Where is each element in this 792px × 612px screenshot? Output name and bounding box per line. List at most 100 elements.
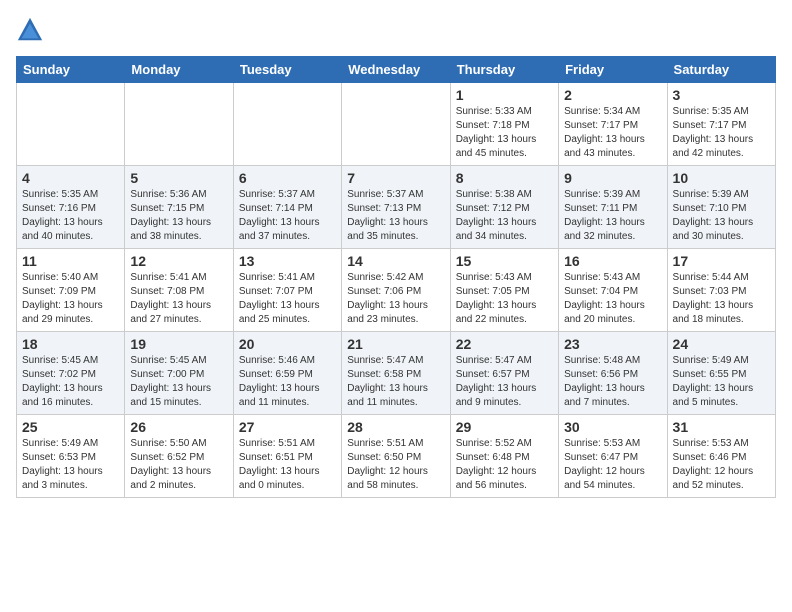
cell-info-text: Sunrise: 5:45 AM Sunset: 7:02 PM Dayligh… (22, 354, 119, 410)
calendar-cell: 9 Sunrise: 5:39 AM Sunset: 7:11 PM Daylig… (559, 166, 667, 249)
calendar-cell: 29 Sunrise: 5:52 AM Sunset: 6:48 PM Dayli… (450, 415, 558, 498)
calendar-week-row: 11 Sunrise: 5:40 AM Sunset: 7:09 PM Dayli… (17, 249, 776, 332)
calendar-cell (342, 83, 450, 166)
cell-info-text: Sunrise: 5:35 AM Sunset: 7:16 PM Dayligh… (22, 188, 119, 244)
day-header-sunday: Sunday (17, 57, 125, 83)
calendar-cell: 26 Sunrise: 5:50 AM Sunset: 6:52 PM Dayli… (125, 415, 233, 498)
cell-date-number: 26 (130, 419, 227, 435)
cell-date-number: 6 (239, 170, 336, 186)
calendar-cell: 28 Sunrise: 5:51 AM Sunset: 6:50 PM Dayli… (342, 415, 450, 498)
cell-info-text: Sunrise: 5:33 AM Sunset: 7:18 PM Dayligh… (456, 105, 553, 161)
calendar-header-row: SundayMondayTuesdayWednesdayThursdayFrid… (17, 57, 776, 83)
calendar-cell: 14 Sunrise: 5:42 AM Sunset: 7:06 PM Dayli… (342, 249, 450, 332)
cell-info-text: Sunrise: 5:39 AM Sunset: 7:11 PM Dayligh… (564, 188, 661, 244)
cell-date-number: 17 (673, 253, 770, 269)
calendar-cell: 25Sunrise: 5:49 AM Sunset: 6:53 PM Dayli… (17, 415, 125, 498)
calendar-cell: 21 Sunrise: 5:47 AM Sunset: 6:58 PM Dayli… (342, 332, 450, 415)
cell-info-text: Sunrise: 5:36 AM Sunset: 7:15 PM Dayligh… (130, 188, 227, 244)
calendar-week-row: 4 Sunrise: 5:35 AM Sunset: 7:16 PM Daylig… (17, 166, 776, 249)
cell-info-text: Sunrise: 5:50 AM Sunset: 6:52 PM Dayligh… (130, 437, 227, 493)
calendar-cell (125, 83, 233, 166)
calendar-cell (17, 83, 125, 166)
cell-date-number: 2 (564, 87, 661, 103)
cell-date-number: 9 (564, 170, 661, 186)
cell-info-text: Sunrise: 5:34 AM Sunset: 7:17 PM Dayligh… (564, 105, 661, 161)
cell-date-number: 13 (239, 253, 336, 269)
cell-date-number: 14 (347, 253, 444, 269)
cell-date-number: 18 (22, 336, 119, 352)
cell-info-text: Sunrise: 5:48 AM Sunset: 6:56 PM Dayligh… (564, 354, 661, 410)
cell-info-text: Sunrise: 5:41 AM Sunset: 7:07 PM Dayligh… (239, 271, 336, 327)
calendar-cell: 27Sunrise: 5:51 AM Sunset: 6:51 PM Dayli… (233, 415, 341, 498)
cell-info-text: Sunrise: 5:51 AM Sunset: 6:50 PM Dayligh… (347, 437, 444, 493)
calendar-cell: 6 Sunrise: 5:37 AM Sunset: 7:14 PM Daylig… (233, 166, 341, 249)
cell-info-text: Sunrise: 5:42 AM Sunset: 7:06 PM Dayligh… (347, 271, 444, 327)
cell-date-number: 12 (130, 253, 227, 269)
day-header-tuesday: Tuesday (233, 57, 341, 83)
day-header-wednesday: Wednesday (342, 57, 450, 83)
calendar-table: SundayMondayTuesdayWednesdayThursdayFrid… (16, 56, 776, 498)
logo-icon (16, 16, 44, 44)
cell-info-text: Sunrise: 5:43 AM Sunset: 7:04 PM Dayligh… (564, 271, 661, 327)
cell-date-number: 31 (673, 419, 770, 435)
calendar-cell: 7 Sunrise: 5:37 AM Sunset: 7:13 PM Daylig… (342, 166, 450, 249)
calendar-cell: 16Sunrise: 5:43 AM Sunset: 7:04 PM Dayli… (559, 249, 667, 332)
day-header-friday: Friday (559, 57, 667, 83)
calendar-cell: 19Sunrise: 5:45 AM Sunset: 7:00 PM Dayli… (125, 332, 233, 415)
cell-info-text: Sunrise: 5:46 AM Sunset: 6:59 PM Dayligh… (239, 354, 336, 410)
calendar-cell: 4 Sunrise: 5:35 AM Sunset: 7:16 PM Daylig… (17, 166, 125, 249)
calendar-cell: 10Sunrise: 5:39 AM Sunset: 7:10 PM Dayli… (667, 166, 775, 249)
cell-date-number: 4 (22, 170, 119, 186)
calendar-cell: 18 Sunrise: 5:45 AM Sunset: 7:02 PM Dayli… (17, 332, 125, 415)
cell-info-text: Sunrise: 5:35 AM Sunset: 7:17 PM Dayligh… (673, 105, 770, 161)
cell-date-number: 29 (456, 419, 553, 435)
logo (16, 16, 48, 44)
cell-date-number: 7 (347, 170, 444, 186)
calendar-week-row: 18 Sunrise: 5:45 AM Sunset: 7:02 PM Dayli… (17, 332, 776, 415)
cell-info-text: Sunrise: 5:53 AM Sunset: 6:46 PM Dayligh… (673, 437, 770, 493)
day-header-monday: Monday (125, 57, 233, 83)
cell-date-number: 21 (347, 336, 444, 352)
cell-info-text: Sunrise: 5:44 AM Sunset: 7:03 PM Dayligh… (673, 271, 770, 327)
calendar-cell: 8 Sunrise: 5:38 AM Sunset: 7:12 PM Daylig… (450, 166, 558, 249)
calendar-cell: 31 Sunrise: 5:53 AM Sunset: 6:46 PM Dayli… (667, 415, 775, 498)
cell-date-number: 8 (456, 170, 553, 186)
calendar-cell: 13 Sunrise: 5:41 AM Sunset: 7:07 PM Dayli… (233, 249, 341, 332)
cell-date-number: 28 (347, 419, 444, 435)
cell-info-text: Sunrise: 5:43 AM Sunset: 7:05 PM Dayligh… (456, 271, 553, 327)
day-header-thursday: Thursday (450, 57, 558, 83)
header (16, 16, 776, 44)
cell-date-number: 20 (239, 336, 336, 352)
cell-info-text: Sunrise: 5:47 AM Sunset: 6:57 PM Dayligh… (456, 354, 553, 410)
calendar-cell: 20 Sunrise: 5:46 AM Sunset: 6:59 PM Dayli… (233, 332, 341, 415)
calendar-week-row: 25Sunrise: 5:49 AM Sunset: 6:53 PM Dayli… (17, 415, 776, 498)
calendar-cell: 15Sunrise: 5:43 AM Sunset: 7:05 PM Dayli… (450, 249, 558, 332)
calendar-cell: 3Sunrise: 5:35 AM Sunset: 7:17 PM Daylig… (667, 83, 775, 166)
calendar-cell: 23 Sunrise: 5:48 AM Sunset: 6:56 PM Dayli… (559, 332, 667, 415)
cell-date-number: 5 (130, 170, 227, 186)
cell-date-number: 24 (673, 336, 770, 352)
cell-date-number: 1 (456, 87, 553, 103)
cell-date-number: 30 (564, 419, 661, 435)
cell-date-number: 22 (456, 336, 553, 352)
cell-date-number: 11 (22, 253, 119, 269)
day-header-saturday: Saturday (667, 57, 775, 83)
cell-info-text: Sunrise: 5:51 AM Sunset: 6:51 PM Dayligh… (239, 437, 336, 493)
cell-info-text: Sunrise: 5:37 AM Sunset: 7:14 PM Dayligh… (239, 188, 336, 244)
cell-info-text: Sunrise: 5:47 AM Sunset: 6:58 PM Dayligh… (347, 354, 444, 410)
cell-info-text: Sunrise: 5:52 AM Sunset: 6:48 PM Dayligh… (456, 437, 553, 493)
cell-info-text: Sunrise: 5:40 AM Sunset: 7:09 PM Dayligh… (22, 271, 119, 327)
cell-info-text: Sunrise: 5:45 AM Sunset: 7:00 PM Dayligh… (130, 354, 227, 410)
cell-info-text: Sunrise: 5:49 AM Sunset: 6:53 PM Dayligh… (22, 437, 119, 493)
cell-date-number: 23 (564, 336, 661, 352)
cell-info-text: Sunrise: 5:38 AM Sunset: 7:12 PM Dayligh… (456, 188, 553, 244)
calendar-cell: 24 Sunrise: 5:49 AM Sunset: 6:55 PM Dayli… (667, 332, 775, 415)
calendar-cell: 2 Sunrise: 5:34 AM Sunset: 7:17 PM Daylig… (559, 83, 667, 166)
calendar-cell: 30Sunrise: 5:53 AM Sunset: 6:47 PM Dayli… (559, 415, 667, 498)
cell-info-text: Sunrise: 5:49 AM Sunset: 6:55 PM Dayligh… (673, 354, 770, 410)
calendar-cell: 12 Sunrise: 5:41 AM Sunset: 7:08 PM Dayli… (125, 249, 233, 332)
cell-info-text: Sunrise: 5:41 AM Sunset: 7:08 PM Dayligh… (130, 271, 227, 327)
calendar-cell: 1 Sunrise: 5:33 AM Sunset: 7:18 PM Daylig… (450, 83, 558, 166)
calendar-cell: 17 Sunrise: 5:44 AM Sunset: 7:03 PM Dayli… (667, 249, 775, 332)
cell-info-text: Sunrise: 5:37 AM Sunset: 7:13 PM Dayligh… (347, 188, 444, 244)
